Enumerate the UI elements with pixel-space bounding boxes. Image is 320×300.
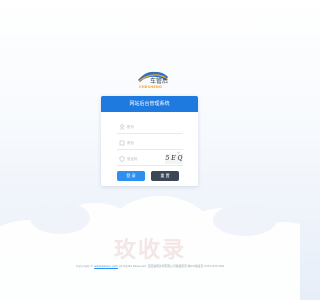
user-icon xyxy=(119,124,125,131)
captcha-image[interactable]: 5 E Q xyxy=(165,154,183,164)
login-card: 网站后台管理系统 账号 角色 验证码 5 E Q xyxy=(101,96,198,186)
captcha-input[interactable]: 验证码 xyxy=(127,156,138,162)
login-button[interactable]: 登 录 xyxy=(117,171,145,181)
watermark: 玫收录 xyxy=(113,238,186,263)
role-select[interactable]: 角色 xyxy=(117,138,183,154)
chevron-down-icon[interactable] xyxy=(176,140,181,154)
captcha-field[interactable]: 验证码 5 E Q xyxy=(117,154,183,166)
username-field[interactable]: 账号 xyxy=(117,122,183,134)
footer-link[interactable]: www.peixun.com xyxy=(94,264,118,268)
login-title: 网站后台管理系统 xyxy=(101,96,198,112)
logo: 车管后 CHESHENG xyxy=(136,68,170,92)
footer: Copyright © www.peixun.com All Rights Re… xyxy=(0,264,300,268)
role-select-label: 角色 xyxy=(127,141,134,145)
footer-text: All Rights Reserved. 百度贴吧访问有限公司版权所有 皖ICP… xyxy=(118,264,225,268)
logo-subtext: CHESHENG xyxy=(139,85,163,89)
reset-button[interactable]: 重 置 xyxy=(151,171,179,181)
shield-icon xyxy=(119,156,125,162)
logo-text: 车管后 xyxy=(150,78,169,85)
role-icon xyxy=(119,140,125,146)
username-input[interactable]: 账号 xyxy=(127,124,134,130)
footer-prefix: Copyright © xyxy=(75,264,94,268)
